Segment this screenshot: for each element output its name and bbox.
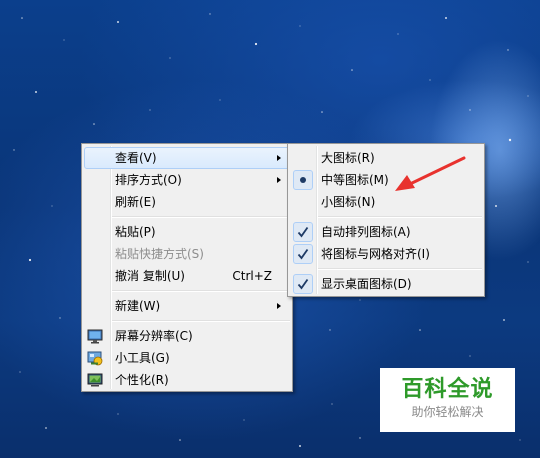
menu-item-label: 中等图标(M): [321, 173, 389, 187]
menu-item-paste[interactable]: 粘贴(P): [84, 221, 290, 243]
watermark-title: 百科全说: [401, 377, 494, 402]
menu-item-label: 显示桌面图标(D): [321, 277, 412, 291]
annotation-arrow-icon: [395, 156, 466, 191]
menu-item-label: 屏幕分辨率(C): [115, 329, 193, 343]
menu-item-label: 将图标与网格对齐(I): [321, 247, 430, 261]
desktop-context-menu: 查看(V) 排序方式(O) 刷新(E) 粘贴(P) 粘贴快捷方式(S) 撤消 复…: [81, 143, 293, 392]
menu-separator: [318, 216, 482, 218]
submenu-arrow-icon: [277, 177, 281, 183]
menu-item-label: 新建(W): [115, 299, 161, 313]
menu-item-label: 大图标(R): [321, 151, 375, 165]
watermark-subtitle: 助你轻松解决: [411, 405, 484, 419]
menu-item-label: 撤消 复制(U): [115, 269, 185, 283]
menu-item-shortcut: Ctrl+Z: [232, 269, 272, 283]
menu-item-personalize[interactable]: 个性化(R): [84, 369, 290, 391]
menu-item-label: 个性化(R): [115, 373, 169, 387]
menu-item-label: 粘贴(P): [115, 225, 156, 239]
submenu-item-auto-arrange[interactable]: 自动排列图标(A): [290, 221, 482, 243]
checkmark-icon: [293, 274, 313, 294]
menu-separator: [112, 290, 290, 292]
menu-item-label: 小图标(N): [321, 195, 376, 209]
menu-item-new[interactable]: 新建(W): [84, 295, 290, 317]
submenu-item-show-desktop-icons[interactable]: 显示桌面图标(D): [290, 273, 482, 295]
menu-item-undo-copy[interactable]: 撤消 复制(U) Ctrl+Z: [84, 265, 290, 287]
menu-item-label: 小工具(G): [115, 351, 170, 365]
menu-item-view[interactable]: 查看(V): [84, 147, 290, 169]
watermark-logo: 百科全说 助你轻松解决: [380, 368, 515, 432]
submenu-item-align-to-grid[interactable]: 将图标与网格对齐(I): [290, 243, 482, 265]
menu-item-label: 粘贴快捷方式(S): [115, 247, 204, 261]
menu-item-label: 查看(V): [115, 151, 157, 165]
personalize-icon: [87, 373, 103, 387]
checkmark-icon: [293, 222, 313, 242]
menu-item-paste-shortcut: 粘贴快捷方式(S): [84, 243, 290, 265]
checkmark-icon: [293, 244, 313, 264]
submenu-arrow-icon: [277, 155, 281, 161]
menu-separator: [112, 216, 290, 218]
menu-item-screen-resolution[interactable]: 屏幕分辨率(C): [84, 325, 290, 347]
submenu-arrow-icon: [277, 303, 281, 309]
menu-item-sort-by[interactable]: 排序方式(O): [84, 169, 290, 191]
radio-dot-icon: [293, 170, 313, 190]
menu-item-refresh[interactable]: 刷新(E): [84, 191, 290, 213]
gadgets-icon: [87, 351, 103, 366]
menu-item-label: 自动排列图标(A): [321, 225, 411, 239]
menu-item-label: 排序方式(O): [115, 173, 182, 187]
monitor-icon: [87, 329, 103, 344]
menu-item-label: 刷新(E): [115, 195, 156, 209]
menu-item-gadgets[interactable]: 小工具(G): [84, 347, 290, 369]
menu-separator: [112, 320, 290, 322]
menu-separator: [318, 268, 482, 270]
